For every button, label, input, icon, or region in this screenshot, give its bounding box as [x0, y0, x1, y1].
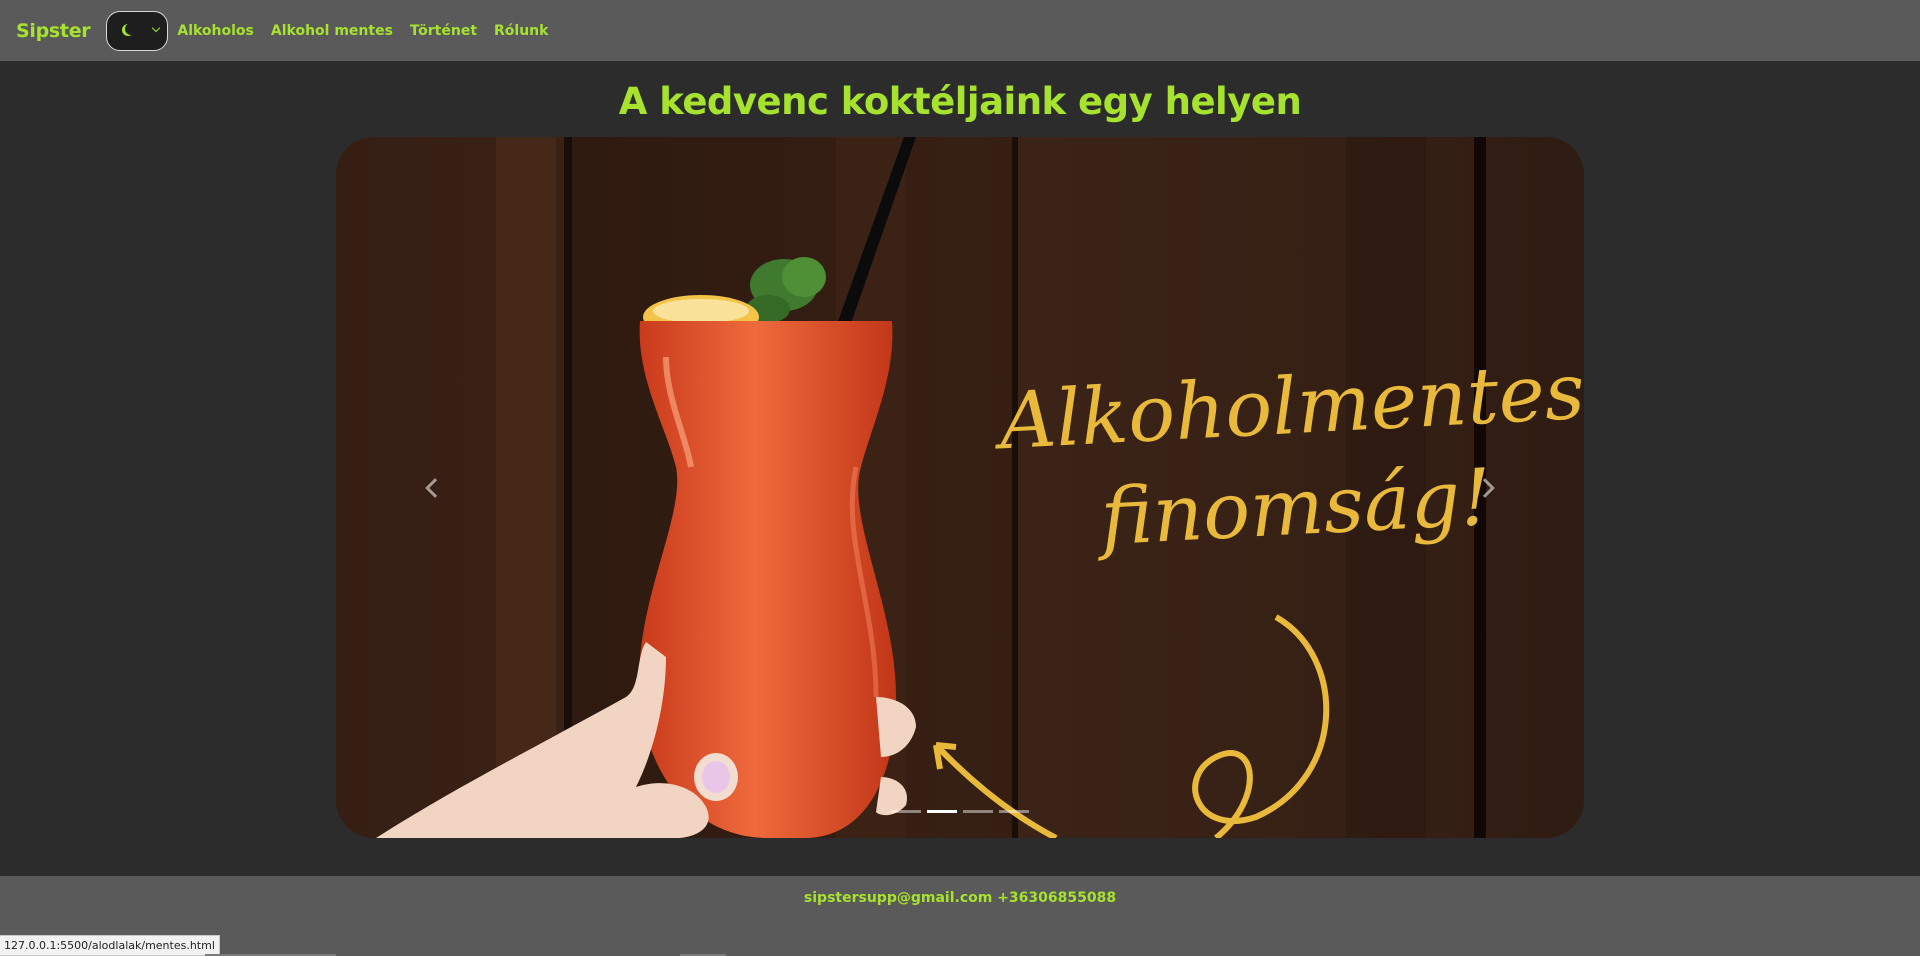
- brand-logo-link[interactable]: Sipster: [16, 20, 91, 42]
- chevron-right-icon: [1475, 477, 1495, 498]
- carousel-prev-button[interactable]: [336, 137, 526, 838]
- chevron-left-icon: [425, 477, 445, 498]
- nav-link-alkohol-mentes[interactable]: Alkohol mentes: [271, 23, 393, 39]
- carousel-indicator-4[interactable]: [999, 810, 1029, 813]
- nav-link-tortenet[interactable]: Történet: [410, 23, 477, 39]
- carousel-next-button[interactable]: [1394, 137, 1584, 838]
- status-bar-url: 127.0.0.1:5500/alodlalak/mentes.html: [0, 935, 220, 956]
- chevron-down-icon: [152, 23, 161, 32]
- footer-contact: sipstersupp@gmail.com +36306855088: [803, 890, 1117, 906]
- nav-link-alkoholos[interactable]: Alkoholos: [177, 23, 254, 39]
- carousel-indicator-1[interactable]: [891, 810, 921, 813]
- nav-links: Alkoholos Alkohol mentes Történet Rólunk: [177, 23, 565, 39]
- carousel: Alkoholmentes finomság!: [336, 137, 1584, 838]
- carousel-indicator-3[interactable]: [963, 810, 993, 813]
- nav-link-rolunk[interactable]: Rólunk: [494, 23, 548, 39]
- navbar: Sipster Alkoholos Alkohol mentes Történe…: [0, 0, 1920, 61]
- carousel-indicators: [336, 810, 1584, 813]
- theme-select[interactable]: [106, 10, 169, 51]
- carousel-indicator-2[interactable]: [927, 810, 957, 813]
- page-title: A kedvenc koktéljaink egy helyen: [618, 80, 1302, 123]
- footer: sipstersupp@gmail.com +36306855088: [0, 876, 1920, 956]
- moon-icon: [122, 24, 134, 36]
